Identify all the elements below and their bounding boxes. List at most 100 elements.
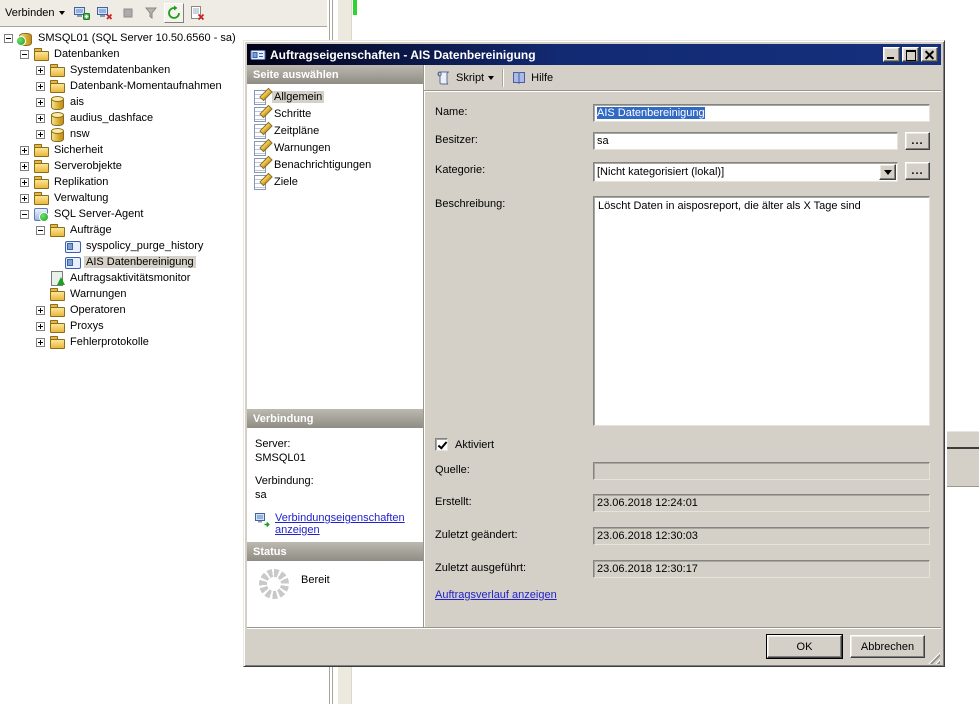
dialog-page-item[interactable]: Schritte [247,105,423,122]
tree-node-icon [49,270,65,286]
connect-icon[interactable] [72,3,92,23]
tree-node-icon [33,158,49,174]
tree-node-icon [49,302,65,318]
script-button[interactable]: Skript [430,70,500,86]
dropdown-arrow-icon[interactable] [879,164,896,180]
tree-expander-icon[interactable] [36,82,45,91]
view-connection-properties-link[interactable]: Verbindungseigenschaften anzeigen [275,512,397,536]
dialog-page-label: Ziele [272,176,300,188]
tree-node-label: Datenbanken [52,48,121,60]
script-label: Skript [456,72,484,84]
connection-label: Verbindung: [255,474,423,488]
disconnect-icon[interactable] [95,3,115,23]
delete-script-icon[interactable] [187,3,207,23]
tree-node-label: Operatoren [68,304,128,316]
view-job-history-link[interactable]: Auftragsverlauf anzeigen [435,589,557,601]
category-value: [Nicht kategorisiert (lokal)] [594,163,878,181]
ok-button[interactable]: OK [767,635,842,658]
tree-node-icon [49,222,65,238]
tree-node-label: Auftragsaktivitätsmonitor [68,272,192,284]
tree-node-label: ais [68,96,86,108]
refresh-icon[interactable] [164,3,184,23]
tree-expander-icon[interactable] [36,114,45,123]
tree-node-icon [49,62,65,78]
help-button[interactable]: Hilfe [505,70,559,86]
resize-grip[interactable] [927,651,940,664]
dialog-title-bar[interactable]: Auftragseigenschaften - AIS Datenbereini… [247,44,941,65]
tree-node-label: nsw [68,128,92,140]
enabled-checkbox[interactable] [435,438,448,451]
chevron-down-icon [59,11,65,15]
last-executed-label: Zuletzt ausgeführt: [435,560,593,574]
progress-spinner-icon [259,569,289,599]
tree-expander-icon[interactable] [20,178,29,187]
source-field [593,462,930,480]
tree-node-icon [49,126,65,142]
connect-menu-button[interactable]: Verbinden [1,5,69,21]
maximize-button[interactable] [902,47,919,62]
owner-input[interactable]: sa [593,132,898,150]
tree-node-label: Sicherheit [52,144,105,156]
tree-expander-icon[interactable] [36,130,45,139]
filter-icon[interactable] [141,3,161,23]
tree-expander-icon[interactable] [36,338,45,347]
name-label: Name: [435,104,593,118]
tree-node-icon [33,46,49,62]
tree-expander-icon[interactable] [20,50,29,59]
cancel-button[interactable]: Abbrechen [850,635,925,658]
chevron-down-icon [488,76,494,80]
tree-node-icon [65,238,81,254]
enabled-label: Aktiviert [455,439,494,451]
close-button[interactable] [921,47,938,62]
connection-properties-icon [255,512,271,528]
dialog-title: Auftragseigenschaften - AIS Datenbereini… [270,48,881,62]
job-icon [250,47,266,63]
dialog-sidebar: Seite auswählen Allgemein Schritte Zeitp… [247,65,424,627]
description-label: Beschreibung: [435,196,593,210]
stop-icon[interactable] [118,3,138,23]
dialog-pages-list: Allgemein Schritte Zeitpläne Warnungen B… [247,84,423,409]
tree-node-icon [33,174,49,190]
tree-node-label: syspolicy_purge_history [84,240,205,252]
tree-expander-icon[interactable] [36,306,45,315]
tree-expander-icon[interactable] [20,162,29,171]
tree-expander-icon[interactable] [36,226,45,235]
tree-node-label: Datenbank-Momentaufnahmen [68,80,224,92]
tree-node-label: Aufträge [68,224,114,236]
tree-expander-icon[interactable] [36,322,45,331]
category-dropdown[interactable]: [Nicht kategorisiert (lokal)] [593,162,898,182]
dialog-page-item[interactable]: Zeitpläne [247,122,423,139]
tree-node-icon [17,30,33,46]
tree-expander-icon[interactable] [4,34,13,43]
category-label: Kategorie: [435,162,593,176]
owner-browse-button[interactable]: ... [905,132,930,150]
background-panel-edge [947,449,979,487]
source-label: Quelle: [435,462,593,476]
name-input[interactable]: AIS Datenbereinigung [593,104,930,122]
tree-expander-icon[interactable] [36,66,45,75]
description-textarea[interactable]: Löscht Daten in aisposreport, die älter … [593,196,930,426]
tree-expander-icon[interactable] [36,98,45,107]
dialog-page-item[interactable]: Warnungen [247,139,423,156]
tree-expander-icon[interactable] [20,194,29,203]
page-icon [253,106,269,122]
tree-node-icon [49,286,65,302]
page-icon [253,89,269,105]
tree-node-icon [65,254,81,270]
general-page-form: Name: AIS Datenbereinigung Besitzer: sa … [424,91,941,627]
dialog-page-item[interactable]: Ziele [247,173,423,190]
tree-expander-icon[interactable] [20,210,29,219]
category-browse-button[interactable]: ... [905,162,930,180]
tree-node-label: Proxys [68,320,106,332]
tree-expander-icon[interactable] [20,146,29,155]
created-label: Erstellt: [435,494,593,508]
dialog-page-item[interactable]: Benachrichtigungen [247,156,423,173]
dialog-page-item[interactable]: Allgemein [247,88,423,105]
page-icon [253,174,269,190]
created-field: 23.06.2018 12:24:01 [593,494,930,512]
connect-menu-label: Verbinden [5,7,55,19]
object-explorer-toolbar: Verbinden [0,0,327,27]
minimize-button[interactable] [883,47,900,62]
job-properties-dialog: Auftragseigenschaften - AIS Datenbereini… [243,40,945,667]
connection-header: Verbindung [247,409,423,428]
